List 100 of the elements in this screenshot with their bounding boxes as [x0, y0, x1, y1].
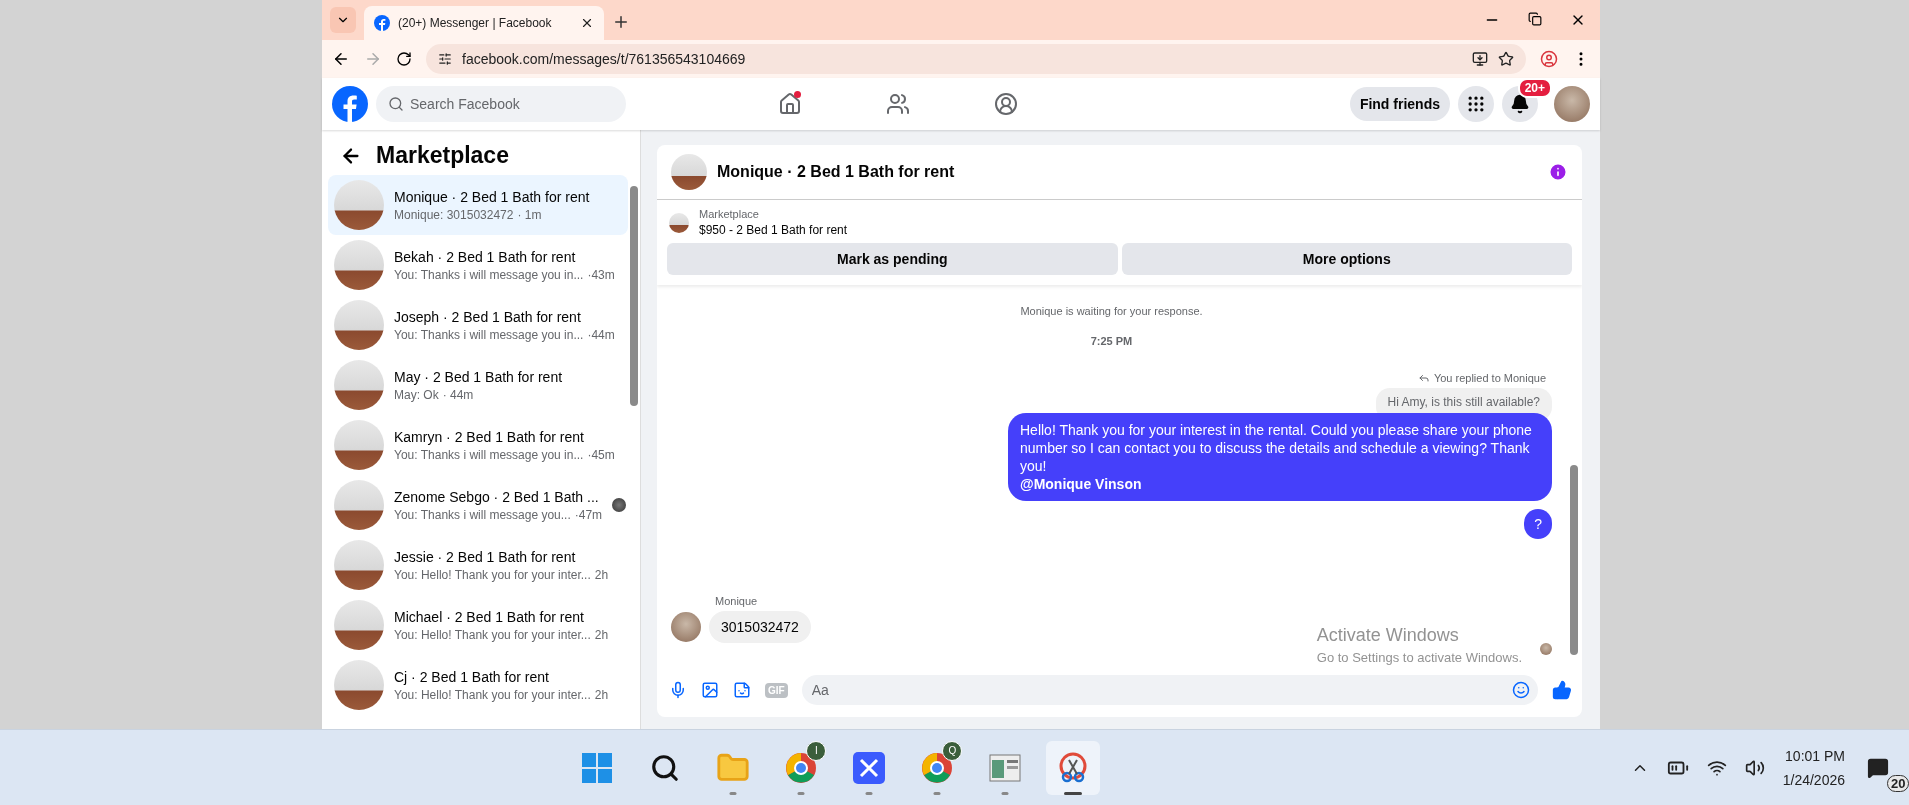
clock-date[interactable]: 1/24/2026 — [1782, 771, 1845, 788]
message-time: 2h — [594, 627, 609, 642]
bookmark-icon[interactable] — [1498, 51, 1514, 67]
find-friends-button[interactable]: Find friends — [1349, 87, 1450, 121]
reload-icon[interactable] — [396, 51, 412, 67]
activation-notice-title: Activate Windows — [1316, 625, 1460, 647]
chat-title: Monique · 2 Bed 1 Bath for rent — [717, 163, 956, 181]
like-icon[interactable] — [1552, 680, 1572, 701]
search-icon — [650, 752, 681, 783]
install-icon[interactable] — [1472, 51, 1488, 67]
message-time: ·44m — [587, 327, 615, 342]
action-button[interactable]: Mark as pending — [667, 243, 1118, 275]
site-settings-icon[interactable] — [438, 52, 452, 66]
incoming-message: 3015032472 — [709, 611, 811, 644]
back-icon[interactable] — [332, 50, 350, 68]
info-icon[interactable] — [1548, 162, 1568, 182]
conversation-title: Michael · 2 Bed 1 Bath for rent — [394, 608, 585, 625]
emoji-icon[interactable] — [1512, 681, 1530, 700]
profile-icon[interactable] — [1540, 50, 1558, 68]
taskbar-app[interactable]: I — [774, 740, 829, 795]
message-time: 2h — [594, 687, 609, 702]
message-time: ·47m — [574, 507, 603, 522]
listing-thumbnail — [334, 480, 384, 530]
message-preview: You: Hello! Thank you for your inter... — [394, 627, 591, 642]
conversation-item[interactable]: Michael · 2 Bed 1 Bath for rent You: Hello! Thank you for your inter... 2h — [328, 595, 628, 655]
conversation-title: Zenome Sebgo · 2 Bed 1 Bath ... — [394, 488, 600, 505]
scrollbar[interactable] — [1570, 465, 1578, 655]
message-time: 2h — [594, 567, 609, 582]
outgoing-message: ? — [1524, 509, 1552, 539]
action-button[interactable]: More options — [1121, 243, 1572, 275]
volume-icon[interactable] — [1744, 757, 1765, 778]
conversation-item[interactable]: Monique · 2 Bed 1 Bath for rent Monique: 3015032472 · 1m — [328, 175, 628, 235]
message-preview: You: Thanks i will message you in... — [394, 267, 584, 282]
message-time: ·43m — [587, 267, 615, 282]
avatar — [671, 612, 701, 643]
conversation-title: May · 2 Bed 1 Bath for rent — [394, 368, 564, 385]
conversation-title: Bekah · 2 Bed 1 Bath for rent — [394, 248, 577, 265]
timestamp: 7:25 PM — [1090, 335, 1133, 347]
address-bar[interactable]: facebook.com/messages/t/761356543104669 — [426, 44, 1526, 74]
restore-icon[interactable] — [1528, 12, 1542, 26]
message-preview: Monique: 3015032472 — [394, 207, 514, 222]
seen-avatar — [1540, 643, 1552, 656]
microphone-icon[interactable] — [669, 681, 687, 700]
notification-count: 20+ — [1517, 78, 1552, 98]
facebook-logo[interactable] — [332, 86, 368, 122]
reply-note: You replied to Monique — [1433, 372, 1546, 384]
conversation-item[interactable]: Kamryn · 2 Bed 1 Bath for rent You: Thanks i will message you in... ·45m — [328, 415, 628, 475]
message-preview: You: Hello! Thank you for your inter... — [394, 687, 591, 702]
message-preview: You: Thanks i will message you in... — [394, 447, 584, 462]
message-preview: You: Thanks i will message you... — [394, 507, 571, 522]
conversation-title: Kamryn · 2 Bed 1 Bath for rent — [394, 428, 585, 445]
friends-icon — [885, 92, 910, 116]
listing-thumbnail — [334, 300, 384, 350]
message-field[interactable]: Aa — [801, 675, 1538, 706]
listing-thumbnail — [334, 600, 384, 650]
status-text: Monique is waiting for your response. — [1020, 305, 1203, 317]
conversation-title: Joseph · 2 Bed 1 Bath for rent — [394, 308, 582, 325]
image-icon[interactable] — [701, 681, 719, 700]
app-icon — [853, 751, 886, 784]
message-time: · 44m — [442, 387, 474, 402]
browser-tab[interactable]: (20+) Messenger | Facebook — [364, 6, 604, 40]
listing-thumbnail — [669, 212, 689, 233]
sender-name: Monique — [715, 595, 759, 608]
conversation-item[interactable]: Joseph · 2 Bed 1 Bath for rent You: Thanks i will message you in... ·44m — [328, 295, 628, 355]
home-icon — [777, 92, 802, 116]
taskbar-app[interactable] — [1046, 740, 1101, 795]
message-preview: You: Hello! Thank you for your inter... — [394, 567, 591, 582]
conversation-item[interactable]: May · 2 Bed 1 Bath for rent May: Ok · 44m — [328, 355, 628, 415]
message-time: ·45m — [587, 447, 615, 462]
conversation-title: Cj · 2 Bed 1 Bath for rent — [394, 668, 550, 685]
clock-time[interactable]: 10:01 PM — [1785, 747, 1845, 764]
sticker-icon[interactable] — [733, 681, 751, 700]
tab-list-button[interactable] — [330, 7, 356, 33]
search-icon — [388, 96, 404, 112]
message-preview: May: Ok — [394, 387, 439, 402]
notification-count: 20 — [1887, 774, 1909, 792]
scrollbar[interactable] — [630, 186, 638, 406]
outgoing-message: Hello! Thank you for your interest in the rental. Could you please share your phone number so I can contact you to discuss the details and schedule a viewing? Thank you! @Monique Vinson — [1008, 413, 1552, 501]
listing-thumbnail — [334, 360, 384, 410]
taskbar-app[interactable]: Q — [910, 740, 965, 795]
search-field[interactable]: Search Facebook — [376, 86, 626, 122]
avatar[interactable] — [1554, 86, 1590, 122]
conversation-item[interactable]: Bekah · 2 Bed 1 Bath for rent You: Thanks i will message you in... ·43m — [328, 235, 628, 295]
listing-thumbnail — [334, 420, 384, 470]
reply-icon — [1417, 372, 1430, 384]
conversation-item[interactable]: Zenome Sebgo · 2 Bed 1 Bath ... You: Thanks i will message you... ·47m — [328, 475, 628, 535]
listing-thumbnail — [334, 660, 384, 710]
new-tab-button[interactable] — [612, 13, 630, 31]
close-tab-icon[interactable] — [580, 16, 594, 30]
listing-label: Marketplace — [699, 208, 760, 220]
conversation-item[interactable]: Jessie · 2 Bed 1 Bath for rent You: Hello! Thank you for your inter... 2h — [328, 535, 628, 595]
listing-thumbnail — [334, 540, 384, 590]
grid-icon — [1466, 94, 1486, 114]
conversation-title: Jessie · 2 Bed 1 Bath for rent — [394, 548, 577, 565]
conversation-item[interactable]: Cj · 2 Bed 1 Bath for rent You: Hello! Thank you for your inter... 2h — [328, 655, 628, 715]
app-badge: I — [806, 740, 827, 761]
sidebar-title: Marketplace — [376, 142, 509, 169]
browser-icon — [785, 751, 818, 784]
menu-button[interactable] — [1458, 86, 1494, 122]
listing-summary: $950 - 2 Bed 1 Bath for rent — [699, 223, 848, 237]
